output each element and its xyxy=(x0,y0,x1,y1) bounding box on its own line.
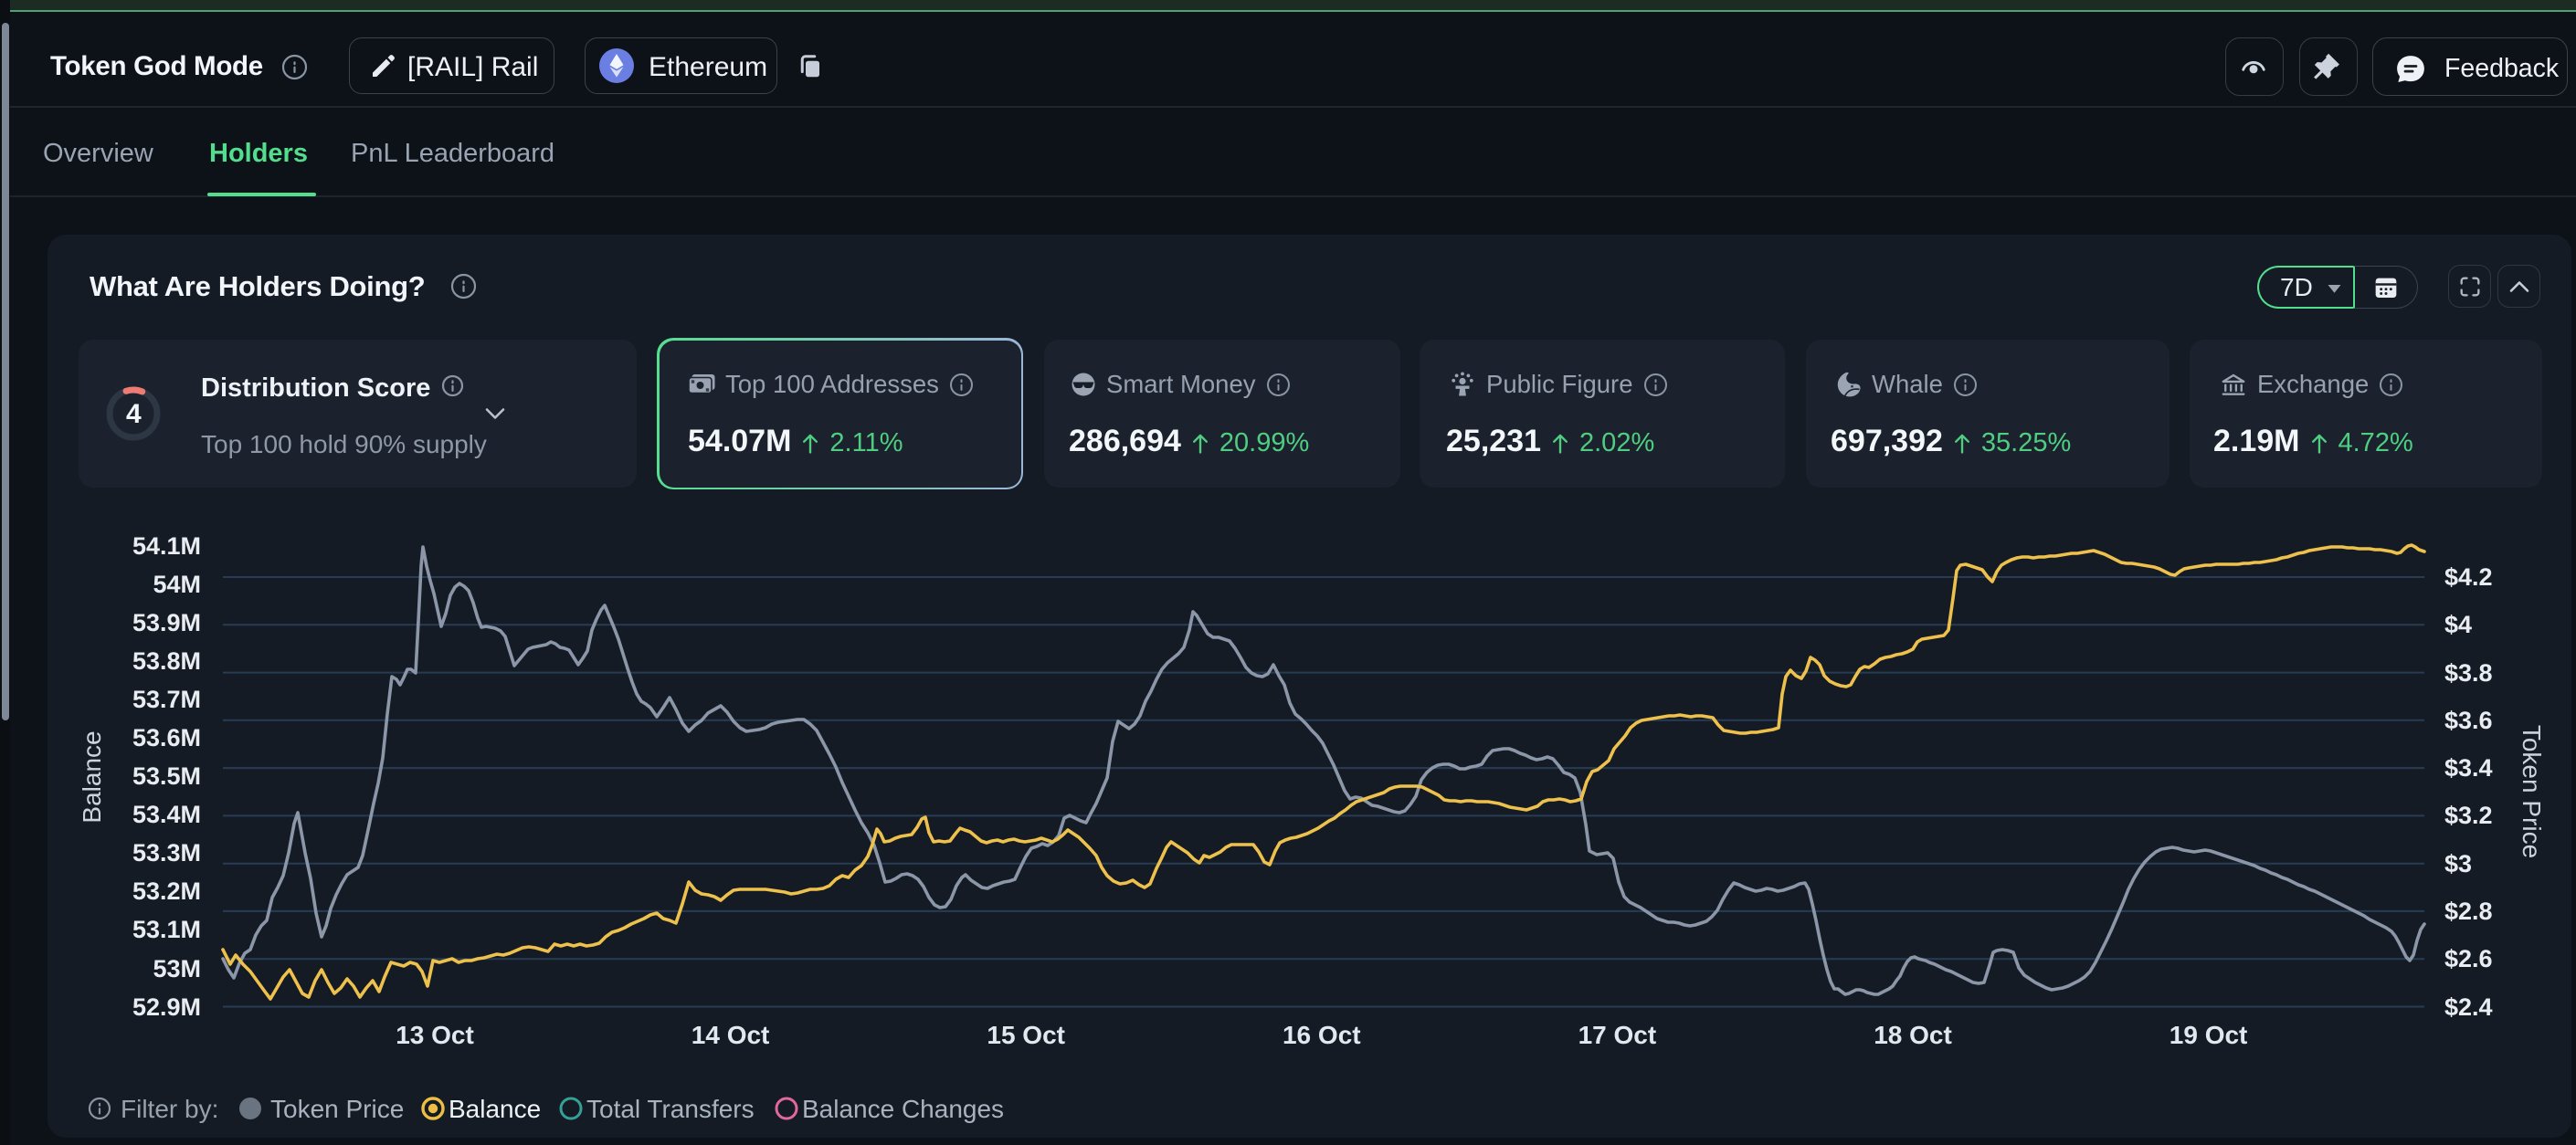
svg-text:Token Price: Token Price xyxy=(2518,725,2546,858)
svg-text:Balance: Balance xyxy=(78,730,106,823)
